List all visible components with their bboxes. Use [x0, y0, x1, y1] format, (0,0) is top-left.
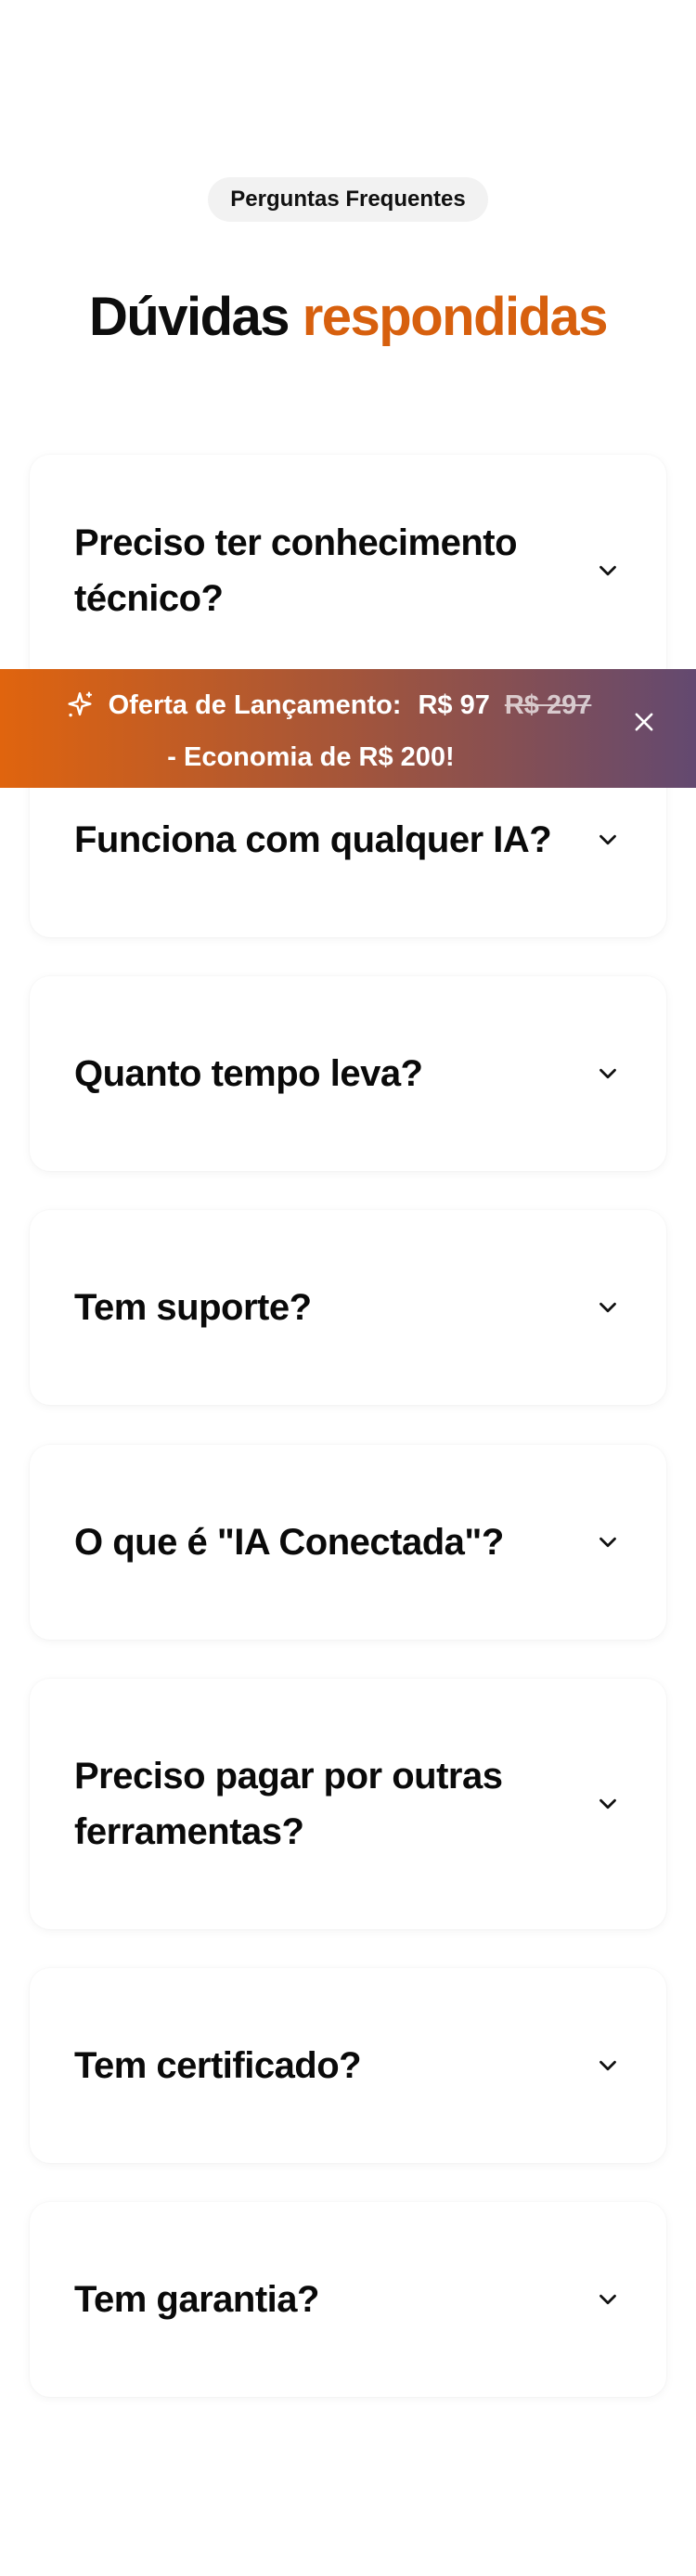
faq-question: Tem suporte? — [74, 1287, 312, 1328]
faq-question: Tem garantia? — [74, 2279, 319, 2320]
title-plain: Dúvidas — [88, 287, 290, 347]
faq-item[interactable]: Tem garantia? — [30, 2202, 666, 2397]
faq-question: O que é "IA Conectada"? — [74, 1522, 504, 1563]
faq-item[interactable]: Tem certificado? — [30, 1968, 666, 2163]
faq-question: Tem certificado? — [74, 2045, 362, 2086]
banner-savings: - Economia de R$ 200! — [167, 742, 455, 772]
chevron-down-icon — [599, 1068, 616, 1079]
faq-question: Preciso pagar por outras ferramentas? — [74, 1756, 503, 1852]
faq-badge: Perguntas Frequentes — [208, 177, 488, 222]
faq-question: Quanto tempo leva? — [74, 1053, 423, 1094]
banner-offer-line: Oferta de Lançamento: R$ 97 R$ 297 — [0, 688, 696, 723]
banner-label: Oferta de Lançamento: — [108, 690, 402, 720]
badge-wrap: Perguntas Frequentes — [0, 177, 696, 222]
title-accent: respondidas — [302, 287, 609, 347]
faq-item[interactable]: O que é "IA Conectada"? — [30, 1445, 666, 1640]
faq-item[interactable]: Quanto tempo leva? — [30, 976, 666, 1171]
chevron-down-icon — [599, 2060, 616, 2071]
page-title: Dúvidas respondidas — [0, 284, 696, 351]
banner-old-price: R$ 297 — [504, 690, 592, 720]
faq-question: Preciso ter conhecimento técnico? — [74, 522, 518, 619]
faq-item[interactable]: Preciso ter conhecimento técnico? — [30, 455, 666, 687]
chevron-down-icon — [599, 565, 616, 576]
faq-item[interactable]: Preciso pagar por outras ferramentas? — [30, 1679, 666, 1929]
chevron-down-icon — [599, 834, 616, 845]
chevron-down-icon — [599, 1798, 616, 1810]
chevron-down-icon — [599, 1537, 616, 1548]
chevron-down-icon — [599, 1302, 616, 1313]
banner-price: R$ 97 — [418, 690, 490, 720]
faq-question: Funciona com qualquer IA? — [74, 819, 552, 860]
chevron-down-icon — [599, 2294, 616, 2305]
close-icon[interactable] — [631, 709, 657, 735]
promo-banner: Oferta de Lançamento: R$ 97 R$ 297 - Eco… — [0, 669, 696, 788]
faq-page: Perguntas Frequentes Dúvidas respondidas… — [0, 0, 696, 2576]
sparkle-icon — [68, 691, 92, 717]
faq-item[interactable]: Tem suporte? — [30, 1210, 666, 1405]
